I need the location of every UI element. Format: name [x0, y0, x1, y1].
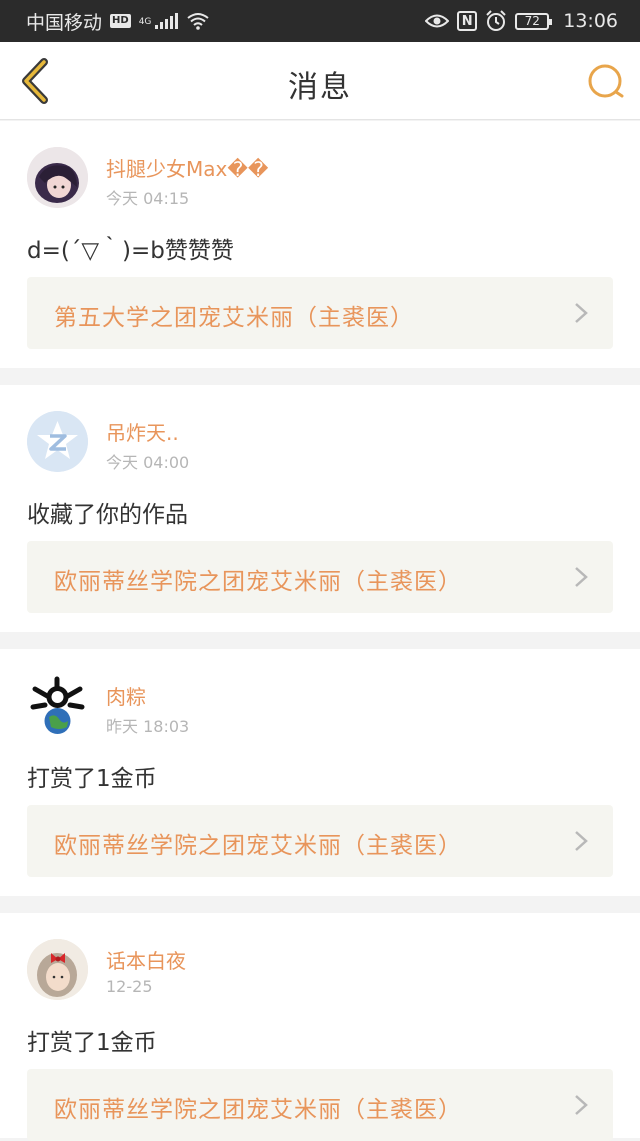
chevron-right-icon: [575, 1095, 588, 1115]
message-card: 抖腿少女Max�� 今天 04:15 d=(´▽｀)=b赞赞赞 第五大学之团宠艾…: [0, 121, 640, 368]
timestamp: 昨天 18:03: [106, 717, 190, 736]
username[interactable]: 吊炸天..: [106, 417, 179, 446]
clock: 13:06: [563, 10, 618, 32]
work-title: 第五大学之团宠艾米丽（主裘医）: [54, 305, 414, 331]
battery-icon: 72: [515, 12, 553, 30]
username[interactable]: 话本白夜: [106, 945, 186, 974]
timestamp: 今天 04:00: [106, 453, 190, 472]
status-left: 中国移动 HD 4G: [26, 8, 210, 35]
alarm-icon: [486, 10, 506, 31]
message-text: 收藏了你的作品: [27, 502, 188, 528]
wifi-icon: [187, 13, 210, 30]
nfc-icon: N: [457, 11, 478, 31]
username[interactable]: 肉粽: [106, 681, 146, 710]
carrier-name: 中国移动: [26, 11, 103, 34]
work-link[interactable]: 欧丽蒂丝学院之团宠艾米丽（主裘医）: [27, 1069, 613, 1141]
chevron-right-icon: [575, 567, 588, 587]
message-text: 打赏了1金币: [27, 766, 157, 792]
network-type: 4G: [138, 16, 152, 27]
hd-icon: HD: [110, 14, 131, 28]
user-avatar[interactable]: [27, 939, 88, 1000]
search-button[interactable]: [586, 62, 626, 102]
globe-cartoon-avatar-icon: [27, 675, 88, 736]
message-card: 话本白夜 12-25 打赏了1金币 欧丽蒂丝学院之团宠艾米丽（主裘医）: [0, 913, 640, 1141]
user-avatar-photo-icon: [27, 147, 88, 208]
work-link[interactable]: 欧丽蒂丝学院之团宠艾米丽（主裘医）: [27, 805, 613, 877]
work-title: 欧丽蒂丝学院之团宠艾米丽（主裘医）: [54, 833, 462, 859]
message-card: 肉粽 昨天 18:03 打赏了1金币 欧丽蒂丝学院之团宠艾米丽（主裘医）: [0, 649, 640, 896]
girl-with-bow-avatar-icon: [27, 939, 88, 1000]
user-avatar[interactable]: [27, 675, 88, 736]
message-card: 吊炸天.. 今天 04:00 收藏了你的作品 欧丽蒂丝学院之团宠艾米丽（主裘医）: [0, 385, 640, 632]
chevron-right-icon: [575, 303, 588, 323]
default-qzone-avatar-icon: [27, 411, 88, 472]
username[interactable]: 抖腿少女Max��: [106, 153, 268, 182]
timestamp: 12-25: [106, 977, 153, 996]
timestamp: 今天 04:15: [106, 189, 190, 208]
user-avatar[interactable]: [27, 411, 88, 472]
message-text: d=(´▽｀)=b赞赞赞: [27, 238, 234, 264]
status-bar: 中国移动 HD 4G N 72 13:06: [0, 0, 640, 42]
work-link[interactable]: 第五大学之团宠艾米丽（主裘医）: [27, 277, 613, 349]
work-link[interactable]: 欧丽蒂丝学院之团宠艾米丽（主裘医）: [27, 541, 613, 613]
message-text: 打赏了1金币: [27, 1030, 157, 1056]
user-avatar[interactable]: [27, 147, 88, 208]
nav-bar: 消息: [0, 42, 640, 120]
work-title: 欧丽蒂丝学院之团宠艾米丽（主裘医）: [54, 569, 462, 595]
chevron-right-icon: [575, 831, 588, 851]
eye-icon: [425, 14, 450, 28]
signal-icon: [155, 13, 179, 29]
search-icon: [588, 64, 624, 98]
page-title: 消息: [288, 70, 352, 105]
work-title: 欧丽蒂丝学院之团宠艾米丽（主裘医）: [54, 1097, 462, 1123]
status-right: N 72 13:06: [425, 10, 618, 32]
